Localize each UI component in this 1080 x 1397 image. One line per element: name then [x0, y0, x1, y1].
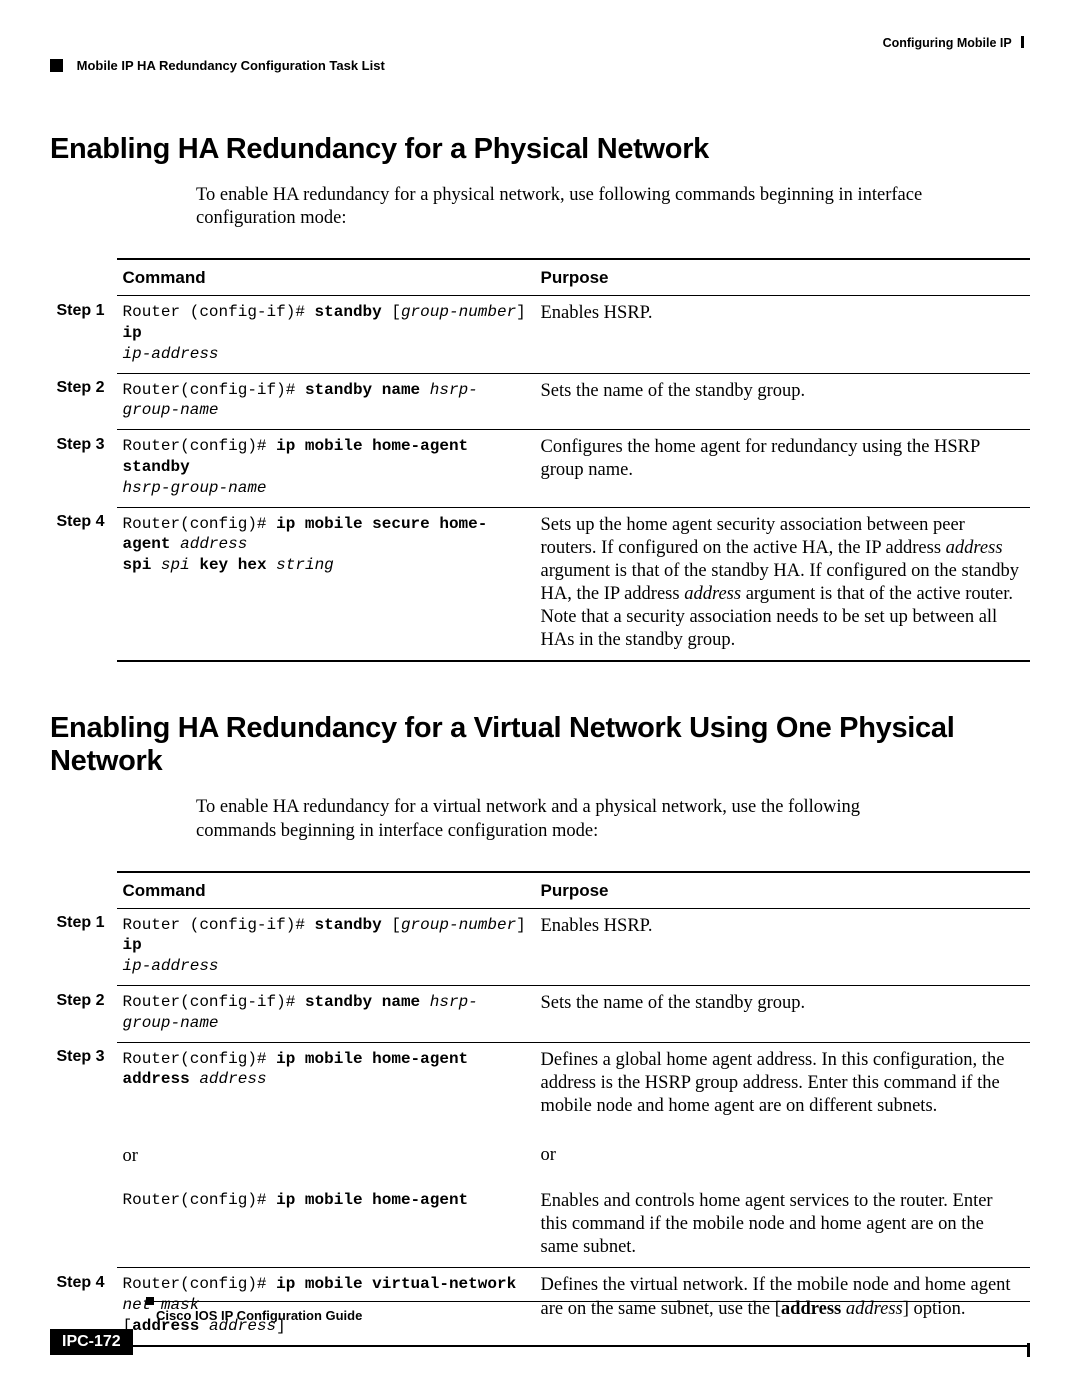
step-label: Step 2	[51, 373, 117, 430]
purpose-or: or	[535, 1126, 1030, 1184]
col-purpose: Purpose	[535, 259, 1030, 296]
page-number: IPC-172	[50, 1329, 133, 1355]
table-row: Step 3 Router(config)# ip mobile home-ag…	[51, 1042, 1030, 1126]
command-cell: Router(config)# ip mobile secure home-ag…	[117, 507, 535, 661]
command-cell: Router (config-if)# standby [group-numbe…	[117, 908, 535, 985]
col-step	[51, 872, 117, 909]
section-2-intro: To enable HA redundancy for a virtual ne…	[196, 796, 936, 842]
page-footer: Cisco IOS IP Configuration Guide IPC-172	[50, 1301, 1030, 1355]
col-purpose: Purpose	[535, 872, 1030, 909]
header-bar-icon	[1021, 36, 1024, 48]
footer-right-bar-icon	[1027, 1343, 1030, 1357]
purpose-cell: Configures the home agent for redundancy…	[535, 430, 1030, 507]
command-cell: Router(config-if)# standby name hsrp-gro…	[117, 986, 535, 1043]
command-cell: Router(config-if)# standby name hsrp-gro…	[117, 373, 535, 430]
col-command: Command	[117, 872, 535, 909]
table-row: Step 1 Router (config-if)# standby [grou…	[51, 908, 1030, 985]
col-command: Command	[117, 259, 535, 296]
footer-rule	[146, 1301, 1030, 1302]
table-header-row: Command Purpose	[51, 259, 1030, 296]
purpose-cell: Enables HSRP.	[535, 296, 1030, 373]
chapter-title: Configuring Mobile IP	[883, 36, 1012, 50]
command-cell: Router(config)# ip mobile home-agent	[117, 1184, 535, 1268]
table-row: Router(config)# ip mobile home-agent Ena…	[51, 1184, 1030, 1268]
step-label: Step 1	[51, 908, 117, 985]
col-step	[51, 259, 117, 296]
command-cell: Router(config)# ip mobile home-agent sta…	[117, 430, 535, 507]
table-row: Step 2 Router(config-if)# standby name h…	[51, 373, 1030, 430]
command-or: or	[117, 1126, 535, 1184]
section-1-intro: To enable HA redundancy for a physical n…	[196, 184, 936, 230]
table-row: Step 4 Router(config)# ip mobile secure …	[51, 507, 1030, 661]
step-label: Step 3	[51, 1042, 117, 1268]
table-row: Step 3 Router(config)# ip mobile home-ag…	[51, 430, 1030, 507]
section-1-table: Command Purpose Step 1 Router (config-if…	[51, 258, 1030, 662]
step-label: Step 2	[51, 986, 117, 1043]
page: Configuring Mobile IP Mobile IP HA Redun…	[0, 0, 1080, 1397]
section-2-title: Enabling HA Redundancy for a Virtual Net…	[50, 712, 1030, 778]
section-2-table: Command Purpose Step 1 Router (config-if…	[51, 871, 1030, 1347]
step-label: Step 3	[51, 430, 117, 507]
footer-tick-icon	[146, 1297, 154, 1305]
footer-guide-title: Cisco IOS IP Configuration Guide	[156, 1308, 1030, 1323]
table-header-row: Command Purpose	[51, 872, 1030, 909]
running-header-section: Mobile IP HA Redundancy Configuration Ta…	[50, 58, 1030, 73]
command-cell: Router(config)# ip mobile home-agent add…	[117, 1042, 535, 1126]
step-label: Step 1	[51, 296, 117, 373]
purpose-cell: Enables HSRP.	[535, 908, 1030, 985]
purpose-cell: Sets up the home agent security associat…	[535, 507, 1030, 661]
table-row: Step 2 Router(config-if)# standby name h…	[51, 986, 1030, 1043]
purpose-cell: Sets the name of the standby group.	[535, 986, 1030, 1043]
table-row: Step 1 Router (config-if)# standby [grou…	[51, 296, 1030, 373]
purpose-cell: Defines a global home agent address. In …	[535, 1042, 1030, 1126]
running-header-chapter: Configuring Mobile IP	[50, 36, 1030, 50]
table-row-or: or or	[51, 1126, 1030, 1184]
section-breadcrumb: Mobile IP HA Redundancy Configuration Ta…	[77, 58, 385, 73]
header-square-icon	[50, 59, 63, 72]
step-label: Step 4	[51, 507, 117, 661]
purpose-cell: Enables and controls home agent services…	[535, 1184, 1030, 1268]
command-cell: Router (config-if)# standby [group-numbe…	[117, 296, 535, 373]
section-1-title: Enabling HA Redundancy for a Physical Ne…	[50, 133, 1030, 166]
purpose-cell: Sets the name of the standby group.	[535, 373, 1030, 430]
